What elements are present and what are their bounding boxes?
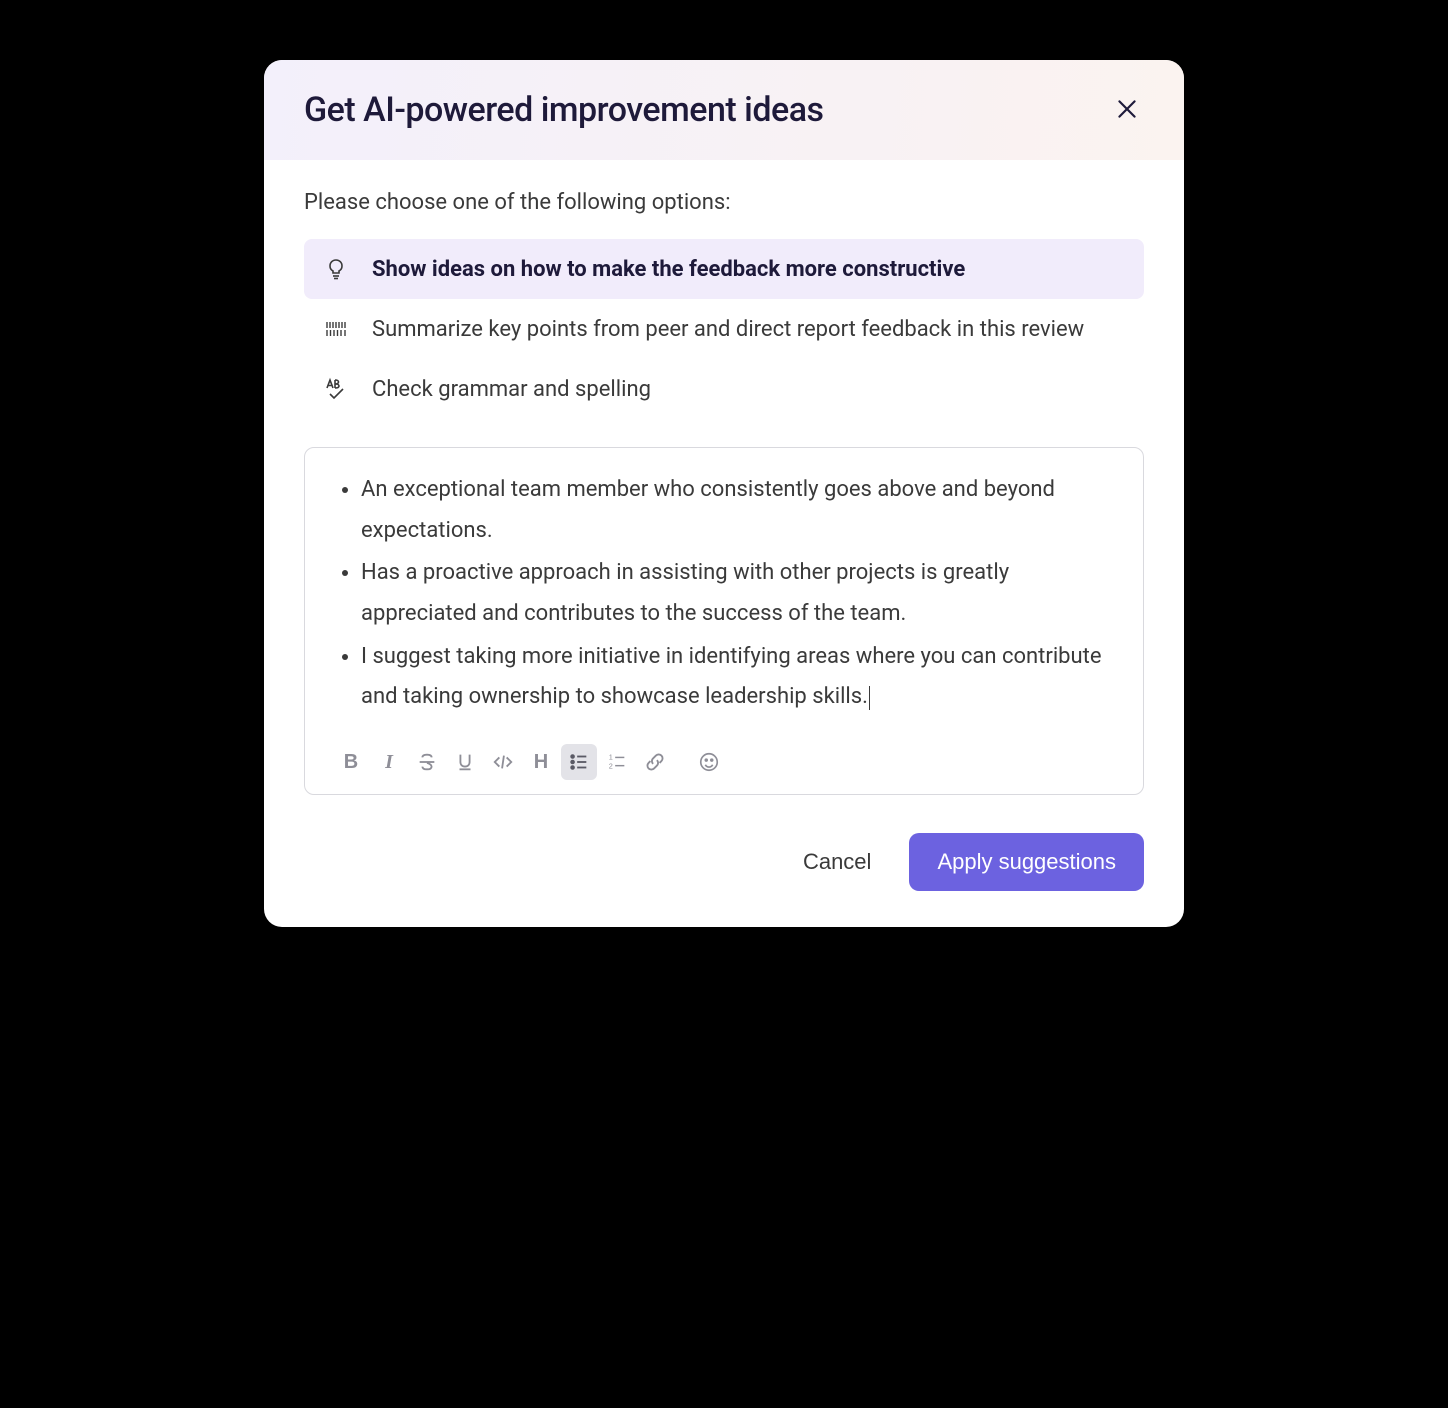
close-icon xyxy=(1114,96,1140,122)
option-constructive-feedback[interactable]: Show ideas on how to make the feedback m… xyxy=(304,239,1144,299)
lightbulb-icon xyxy=(322,255,350,283)
bullet-item: I suggest taking more initiative in iden… xyxy=(361,637,1115,718)
italic-button[interactable]: I xyxy=(371,744,407,780)
option-check-grammar[interactable]: Check grammar and spelling xyxy=(304,359,1144,419)
underline-icon xyxy=(454,751,476,773)
option-label: Show ideas on how to make the feedback m… xyxy=(372,257,965,282)
spellcheck-icon xyxy=(322,375,350,403)
strikethrough-button[interactable] xyxy=(409,744,445,780)
modal-body: Please choose one of the following optio… xyxy=(264,160,1184,825)
bold-button[interactable]: B xyxy=(333,744,369,780)
link-icon xyxy=(644,751,666,773)
option-label: Check grammar and spelling xyxy=(372,377,651,402)
barcode-icon xyxy=(322,315,350,343)
editor-toolbar: B I xyxy=(333,744,1115,780)
bullet-list-button[interactable] xyxy=(561,744,597,780)
option-summarize-feedback[interactable]: Summarize key points from peer and direc… xyxy=(304,299,1144,359)
emoji-button[interactable] xyxy=(691,744,727,780)
strikethrough-icon xyxy=(416,751,438,773)
bold-icon: B xyxy=(344,751,358,774)
modal-title: Get AI-powered improvement ideas xyxy=(304,90,824,130)
bullet-item: Has a proactive approach in assisting wi… xyxy=(361,553,1115,634)
numbered-list-button[interactable]: 1 2 xyxy=(599,744,635,780)
feedback-editor[interactable]: An exceptional team member who consisten… xyxy=(304,447,1144,795)
svg-text:1: 1 xyxy=(609,752,613,761)
heading-button[interactable]: H xyxy=(523,744,559,780)
numbered-list-icon: 1 2 xyxy=(606,751,628,773)
bullet-list-icon xyxy=(568,751,590,773)
editor-content[interactable]: An exceptional team member who consisten… xyxy=(333,470,1115,718)
option-label: Summarize key points from peer and direc… xyxy=(372,317,1084,342)
modal-header: Get AI-powered improvement ideas xyxy=(264,60,1184,160)
modal-footer: Cancel Apply suggestions xyxy=(264,825,1184,927)
cancel-button[interactable]: Cancel xyxy=(795,839,879,885)
code-button[interactable] xyxy=(485,744,521,780)
ai-improvement-modal: Get AI-powered improvement ideas Please … xyxy=(264,60,1184,927)
options-prompt: Please choose one of the following optio… xyxy=(304,190,1144,215)
text-cursor xyxy=(869,686,870,710)
link-button[interactable] xyxy=(637,744,673,780)
emoji-icon xyxy=(698,751,720,773)
bullet-item: An exceptional team member who consisten… xyxy=(361,470,1115,551)
apply-suggestions-button[interactable]: Apply suggestions xyxy=(909,833,1144,891)
italic-icon: I xyxy=(385,751,393,774)
options-list: Show ideas on how to make the feedback m… xyxy=(304,239,1144,419)
close-button[interactable] xyxy=(1110,92,1144,129)
code-icon xyxy=(492,751,514,773)
underline-button[interactable] xyxy=(447,744,483,780)
heading-icon: H xyxy=(534,751,548,774)
svg-text:2: 2 xyxy=(609,762,613,771)
